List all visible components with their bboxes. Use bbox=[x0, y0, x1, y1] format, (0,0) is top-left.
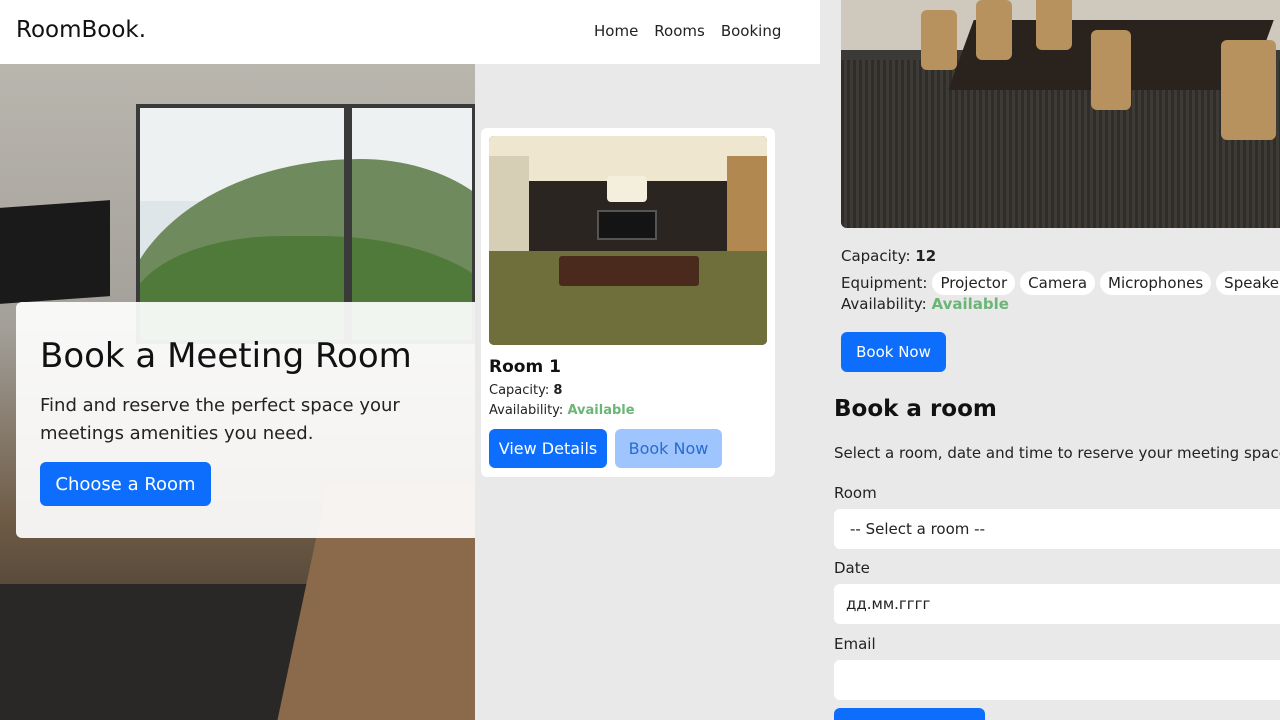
equipment-chip-projector: Projector bbox=[932, 271, 1016, 295]
email-field[interactable] bbox=[834, 660, 1280, 700]
nav-link-home[interactable]: Home bbox=[594, 22, 638, 40]
room-detail-image bbox=[841, 0, 1280, 228]
hero-text: Find and reserve the perfect space your … bbox=[40, 395, 400, 444]
submit-booking-button[interactable] bbox=[834, 708, 985, 720]
room-name: Room 1 bbox=[489, 357, 561, 377]
detail-availability-label: Availability: bbox=[841, 295, 927, 313]
room-image bbox=[489, 136, 767, 345]
brand-logo[interactable]: RoomBook. bbox=[16, 17, 146, 43]
navbar: RoomBook. Home Rooms Booking bbox=[0, 0, 820, 64]
room-capacity-label: Capacity: bbox=[489, 383, 550, 398]
detail-capacity-value: 12 bbox=[915, 247, 937, 265]
date-field-label: Date bbox=[834, 559, 870, 577]
hero-background-tv bbox=[0, 200, 110, 304]
booking-form-title: Book a room bbox=[834, 396, 997, 422]
room-select[interactable]: -- Select a room -- bbox=[834, 509, 1280, 549]
view-details-button[interactable]: View Details bbox=[489, 429, 607, 468]
detail-availability: Availability: Available bbox=[841, 295, 1009, 313]
nav-links: Home Rooms Booking bbox=[594, 22, 797, 40]
room-capacity-value: 8 bbox=[553, 383, 563, 398]
room-availability-label: Availability: bbox=[489, 403, 564, 418]
room-card: Room 1 Capacity: 8 Availability: Availab… bbox=[481, 128, 775, 477]
detail-equipment-label: Equipment: bbox=[841, 274, 928, 292]
booking-form-subtitle: Select a room, date and time to reserve … bbox=[834, 444, 1280, 462]
room-capacity: Capacity: 8 bbox=[489, 383, 562, 398]
room-availability-value: Available bbox=[567, 403, 635, 418]
room-card-book-button[interactable]: Book Now bbox=[615, 429, 722, 468]
choose-room-button[interactable]: Choose a Room bbox=[40, 462, 211, 506]
equipment-chip-camera: Camera bbox=[1020, 271, 1096, 295]
equipment-chip-speakers: Speakers bbox=[1216, 271, 1280, 295]
email-field-label: Email bbox=[834, 635, 876, 653]
detail-book-button[interactable]: Book Now bbox=[841, 332, 946, 372]
date-field[interactable]: дд.мм.гггг bbox=[834, 584, 1280, 624]
detail-equipment: Equipment: Projector Camera Microphones … bbox=[841, 271, 1280, 295]
equipment-chip-microphones: Microphones bbox=[1100, 271, 1212, 295]
nav-link-booking[interactable]: Booking bbox=[721, 22, 782, 40]
detail-capacity-label: Capacity: bbox=[841, 247, 911, 265]
hero-card: Book a Meeting Room Find and reserve the… bbox=[16, 302, 475, 538]
detail-availability-value: Available bbox=[931, 295, 1009, 313]
room-availability: Availability: Available bbox=[489, 403, 635, 418]
detail-capacity: Capacity: 12 bbox=[841, 247, 936, 265]
room-select-label: Room bbox=[834, 484, 877, 502]
hero-title: Book a Meeting Room bbox=[40, 336, 412, 376]
nav-link-rooms[interactable]: Rooms bbox=[654, 22, 705, 40]
